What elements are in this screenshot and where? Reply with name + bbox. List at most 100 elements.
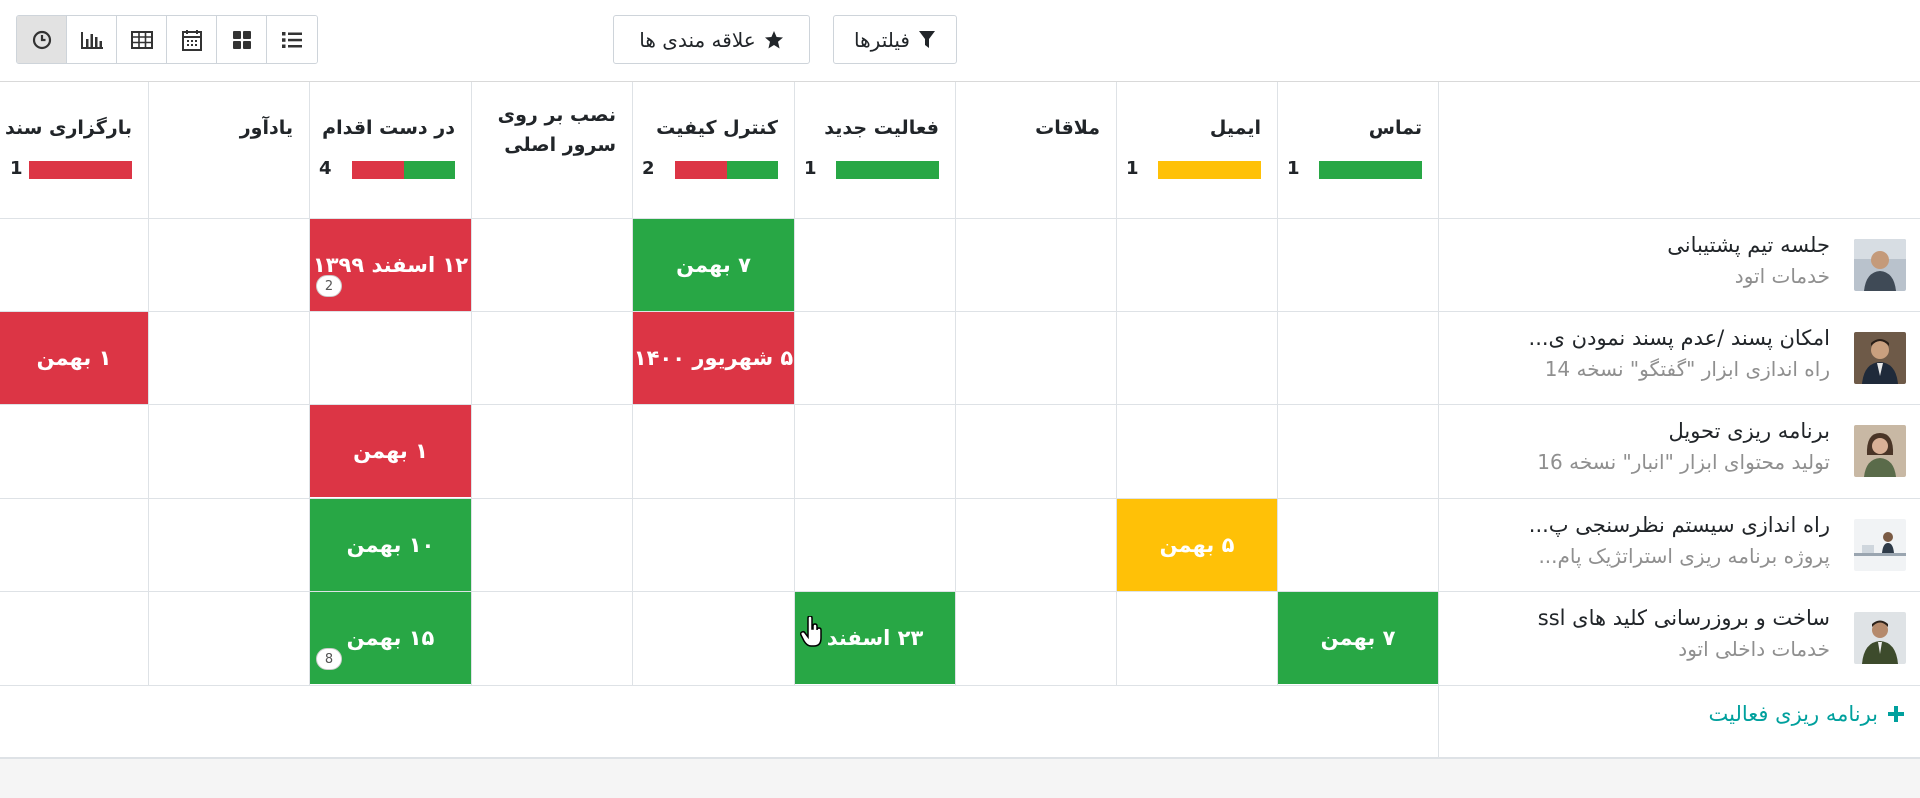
- activity-count-badge: 2: [316, 275, 342, 297]
- list-icon: [282, 31, 302, 48]
- column-header-reminder[interactable]: یادآور: [148, 82, 309, 218]
- table-icon: [130, 30, 153, 49]
- activity-date: ۵ شهریور ۱۴۰۰: [633, 346, 794, 370]
- column-title: یادآور: [239, 117, 293, 139]
- activity-cell[interactable]: ۱۰ بهمن: [310, 499, 471, 591]
- filters-button[interactable]: فیلترها: [833, 15, 957, 64]
- activity-count-badge: 8: [316, 648, 342, 670]
- avatar: [1854, 519, 1906, 571]
- record-row[interactable]: امکان پسند /عدم پسند نمودن ی... راه اندا…: [1438, 312, 1920, 405]
- record-subtitle: تولید محتوای ابزار "انبار" نسخه 16: [1537, 450, 1830, 474]
- filter-icon: [918, 30, 935, 48]
- record-title: جلسه تیم پشتیبانی: [1667, 233, 1830, 257]
- clock-icon: [32, 30, 51, 49]
- column-count: 1: [804, 158, 817, 179]
- column-header-call[interactable]: تماس 1: [1277, 82, 1438, 218]
- bottom-area: [0, 758, 1920, 798]
- activity-date: ۷ بهمن: [1320, 626, 1396, 650]
- activity-cell[interactable]: ۷ بهمن: [1278, 592, 1438, 684]
- star-icon: [764, 30, 783, 48]
- progress-segment-planned: [836, 161, 939, 179]
- record-title: برنامه ریزی تحویل: [1668, 419, 1830, 443]
- activity-date: ۱۵ بهمن: [346, 626, 435, 650]
- column-count: 1: [10, 158, 23, 179]
- hand-cursor-icon: [800, 616, 822, 647]
- grid-icon: [232, 30, 251, 49]
- activity-cell[interactable]: ۱ بهمن: [310, 405, 471, 497]
- column-title-line: نصب بر روی: [497, 104, 616, 126]
- calendar-view-button[interactable]: [167, 16, 217, 63]
- activity-cell[interactable]: ۵ بهمن: [1117, 499, 1277, 591]
- record-subtitle: پروژه برنامه ریزی استراتژیک پام...: [1538, 544, 1830, 568]
- column-header-email[interactable]: ایمیل 1: [1116, 82, 1277, 218]
- activity-date: ۲۳ اسفند: [826, 626, 924, 650]
- column-header-main-server-install[interactable]: نصب بر روی سرور اصلی: [471, 82, 632, 218]
- record-row[interactable]: ساخت و بروزرسانی کلید های ssl خدمات داخل…: [1438, 592, 1920, 685]
- column-progress-bar: [352, 161, 455, 179]
- record-title: امکان پسند /عدم پسند نمودن ی...: [1528, 326, 1830, 350]
- filters-label: فیلترها: [854, 27, 910, 52]
- record-title: راه اندازی سیستم نظرسنجی پ...: [1528, 513, 1830, 537]
- column-progress-bar: [29, 161, 132, 179]
- column-progress-bar: [836, 161, 939, 179]
- column-title: کنترل کیفیت: [656, 117, 778, 139]
- table-view-button[interactable]: [117, 16, 167, 63]
- progress-segment-planned: [1319, 161, 1422, 179]
- avatar: [1854, 612, 1906, 664]
- column-title: ایمیل: [1209, 117, 1261, 139]
- column-title: نصب بر روی سرور اصلی: [498, 100, 616, 160]
- bar-chart-icon: [80, 31, 103, 49]
- column-title: ملاقات: [1035, 117, 1100, 139]
- favorites-label: علاقه مندی ها: [639, 27, 756, 52]
- column-title-line: سرور اصلی: [504, 134, 616, 156]
- favorites-button[interactable]: علاقه مندی ها: [613, 15, 810, 64]
- activity-date: ۱ بهمن: [353, 439, 428, 463]
- kanban-view-button[interactable]: [217, 16, 267, 63]
- activity-date: ۱۰ بهمن: [346, 533, 435, 557]
- record-row[interactable]: برنامه ریزی تحویل تولید محتوای ابزار "ان…: [1438, 405, 1920, 498]
- progress-segment-overdue: [29, 161, 132, 179]
- column-count: 2: [642, 158, 655, 179]
- view-switcher: [16, 15, 318, 64]
- column-progress-bar: [1158, 161, 1261, 179]
- record-row[interactable]: جلسه تیم پشتیبانی خدمات اتود: [1438, 219, 1920, 312]
- record-row[interactable]: راه اندازی سیستم نظرسنجی پ... پروژه برنا…: [1438, 499, 1920, 592]
- avatar: [1854, 425, 1906, 477]
- column-title: تماس: [1368, 117, 1422, 139]
- column-count: 1: [1126, 158, 1139, 179]
- activity-cell[interactable]: ۱ بهمن: [0, 312, 148, 404]
- avatar: [1854, 239, 1906, 291]
- schedule-activity-label: برنامه ریزی فعالیت: [1708, 702, 1878, 726]
- activity-date: ۵ بهمن: [1159, 533, 1235, 557]
- column-title: فعالیت جدید: [824, 117, 939, 139]
- activity-view-button[interactable]: [17, 16, 67, 63]
- activity-cell[interactable]: ۷ بهمن: [633, 219, 794, 311]
- progress-segment-overdue: [675, 161, 727, 179]
- record-subtitle: خدمات داخلی اتود: [1678, 637, 1830, 661]
- control-panel: علاقه مندی ها فیلترها: [0, 0, 1920, 82]
- progress-segment-today: [1158, 161, 1261, 179]
- progress-segment-overdue: [352, 161, 404, 179]
- column-header-quality-control[interactable]: کنترل کیفیت 2: [632, 82, 794, 218]
- progress-segment-planned: [403, 161, 455, 179]
- activity-date: ۷ بهمن: [676, 253, 751, 277]
- chart-view-button[interactable]: [67, 16, 117, 63]
- record-subtitle: خدمات اتود: [1734, 264, 1830, 288]
- activity-cell[interactable]: ۵ شهریور ۱۴۰۰: [633, 312, 794, 404]
- calendar-icon: [181, 29, 202, 51]
- record-subtitle: راه اندازی ابزار "گفتگو" نسخه 14: [1544, 357, 1830, 381]
- column-header-meeting[interactable]: ملاقات: [955, 82, 1116, 218]
- grid-divider: [0, 685, 1920, 686]
- activity-cell[interactable]: ۱۲ اسفند ۱۳۹۹ 2: [310, 219, 471, 311]
- column-title: بارگزاری سند: [5, 117, 132, 139]
- column-header-upload-document[interactable]: بارگزاری سند 1: [0, 82, 148, 218]
- column-title: در دست اقدام: [322, 117, 455, 139]
- column-count: 1: [1287, 158, 1300, 179]
- column-header-new-activity[interactable]: فعالیت جدید 1: [794, 82, 955, 218]
- activity-cell[interactable]: ۱۵ بهمن 8: [310, 592, 471, 684]
- list-view-button[interactable]: [267, 16, 317, 63]
- column-header-in-progress[interactable]: در دست اقدام 4: [309, 82, 471, 218]
- avatar: [1854, 332, 1906, 384]
- activity-date: ۱ بهمن: [36, 346, 112, 370]
- schedule-activity-link[interactable]: برنامه ریزی فعالیت: [1709, 702, 1904, 726]
